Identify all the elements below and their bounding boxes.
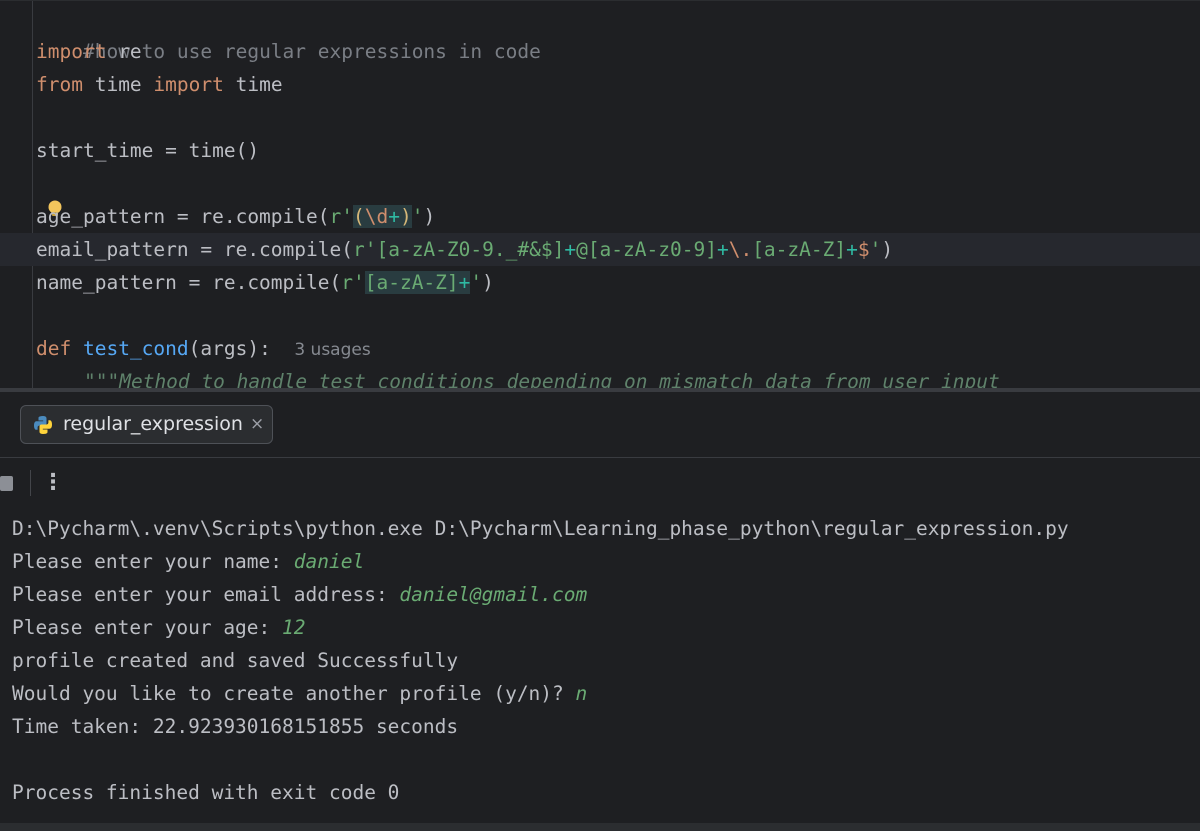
keyword: import (153, 73, 224, 96)
regex-class: [a-zA-Z] (364, 271, 459, 294)
code-line-start-time[interactable]: start_time = time() (36, 134, 259, 167)
string-prefix: r' (352, 238, 377, 261)
console-user-input: daniel (293, 550, 365, 573)
regex-quantifier: + (388, 205, 400, 228)
string-prefix: r' (329, 205, 353, 228)
console-line-command: D:\Pycharm\.venv\Scripts\python.exe D:\P… (12, 512, 1069, 545)
code-line-name-pattern[interactable]: name_pattern = re.compile(r'[a-zA-Z]+') (36, 266, 494, 299)
console-line-time: Time taken: 22.923930168151855 seconds (12, 710, 458, 743)
regex-literal: @ (576, 238, 588, 261)
code-text: ) (423, 205, 436, 228)
console-user-input: 12 (282, 616, 306, 639)
string-quote: ' (411, 205, 424, 228)
console-line-again: Would you like to create another profile… (12, 677, 587, 710)
console-text: Process finished with exit code 0 (12, 781, 400, 804)
console-text: profile created and saved Successfully (12, 649, 459, 672)
regex-fragment: [a-zA-Z]+ (364, 271, 471, 294)
code-text: email_pattern = re.compile( (36, 238, 353, 261)
regex-anchor: $ (857, 238, 870, 261)
regex-quantifier: + (716, 238, 729, 261)
more-vertical-icon[interactable]: ⋮ (42, 468, 64, 498)
close-icon[interactable]: × (250, 406, 264, 443)
string-quote: ' (470, 271, 483, 294)
console-output[interactable]: D:\Pycharm\.venv\Scripts\python.exe D:\P… (0, 508, 1200, 823)
comment-text: #how to use regular expressions in code (82, 40, 541, 63)
stop-icon[interactable] (0, 476, 13, 491)
code-text: ) (881, 238, 894, 261)
console-line-finished: Process finished with exit code 0 (12, 776, 399, 809)
regex-quantifier: + (458, 271, 471, 294)
console-prompt: Please enter your age: (12, 616, 283, 639)
code-line-from-import[interactable]: from time import time (36, 68, 283, 101)
code-text: time (223, 73, 283, 96)
code-line-comment[interactable]: #how to use regular expressions in code (36, 2, 541, 63)
regex-group: ) (399, 205, 412, 228)
code-line-def[interactable]: def test_cond(args): 3 usages (36, 332, 371, 365)
code-line-import[interactable]: import re (36, 35, 142, 68)
keyword: import (36, 40, 107, 63)
function-name: test_cond (82, 337, 189, 360)
bottom-edge (0, 823, 1200, 831)
code-text: re (106, 40, 142, 63)
code-text: age_pattern = re.compile( (36, 205, 330, 228)
regex-class: [a-zA-Z0-9._#&$] (376, 238, 565, 261)
regex-escape: \d (364, 205, 389, 228)
toolbar-separator (30, 470, 31, 496)
code-line-age-pattern[interactable]: age_pattern = re.compile(r'(\d+)') (36, 200, 435, 233)
run-tab-label: regular_expression (63, 413, 243, 435)
console-text: D:\Pycharm\.venv\Scripts\python.exe D:\P… (12, 517, 1069, 540)
regex-group: ( (352, 205, 365, 228)
indent-guide (32, 1, 33, 389)
console-line-saved: profile created and saved Successfully (12, 644, 458, 677)
console-prompt: Please enter your name: (12, 550, 294, 573)
code-text: start_time = time() (36, 139, 260, 162)
console-prompt: Would you like to create another profile… (12, 682, 576, 705)
run-toolbar: ⋮ (0, 458, 1200, 508)
console-line-age: Please enter your age: 12 (12, 611, 306, 644)
regex-escape: \. (728, 238, 753, 261)
code-line-docstring[interactable]: """Method to handle test conditions depe… (84, 365, 1000, 389)
code-text: time (82, 73, 154, 96)
regex-class: [a-zA-Z] (752, 238, 847, 261)
run-tab-regular-expression[interactable]: regular_expression × (20, 405, 273, 444)
string-prefix: r' (341, 271, 365, 294)
console-user-input: n (575, 682, 588, 705)
console-user-input: daniel@gmail.com (399, 583, 588, 606)
code-text: name_pattern = re.compile( (36, 271, 342, 294)
code-editor[interactable]: #how to use regular expressions in code … (0, 0, 1200, 389)
regex-class: [a-zA-z0-9] (587, 238, 717, 261)
docstring-text: """Method to handle test conditions depe… (84, 370, 1000, 389)
keyword: from (36, 73, 83, 96)
usages-hint[interactable]: 3 usages (294, 340, 370, 360)
code-line-email-pattern[interactable]: email_pattern = re.compile(r'[a-zA-Z0-9.… (36, 233, 893, 266)
regex-fragment: (\d+) (352, 205, 412, 228)
code-text: (args): (188, 337, 271, 360)
regex-quantifier: + (564, 238, 577, 261)
run-tab-bar: regular_expression × (0, 392, 1200, 458)
python-icon (34, 416, 52, 434)
console-line-email: Please enter your email address: daniel@… (12, 578, 587, 611)
keyword: def (36, 337, 72, 360)
console-line-name: Please enter your name: daniel (12, 545, 364, 578)
console-text: Time taken: 22.923930168151855 seconds (12, 715, 459, 738)
string-quote: ' (869, 238, 882, 261)
console-prompt: Please enter your email address: (12, 583, 400, 606)
code-text: ) (482, 271, 494, 294)
regex-quantifier: + (846, 238, 858, 261)
